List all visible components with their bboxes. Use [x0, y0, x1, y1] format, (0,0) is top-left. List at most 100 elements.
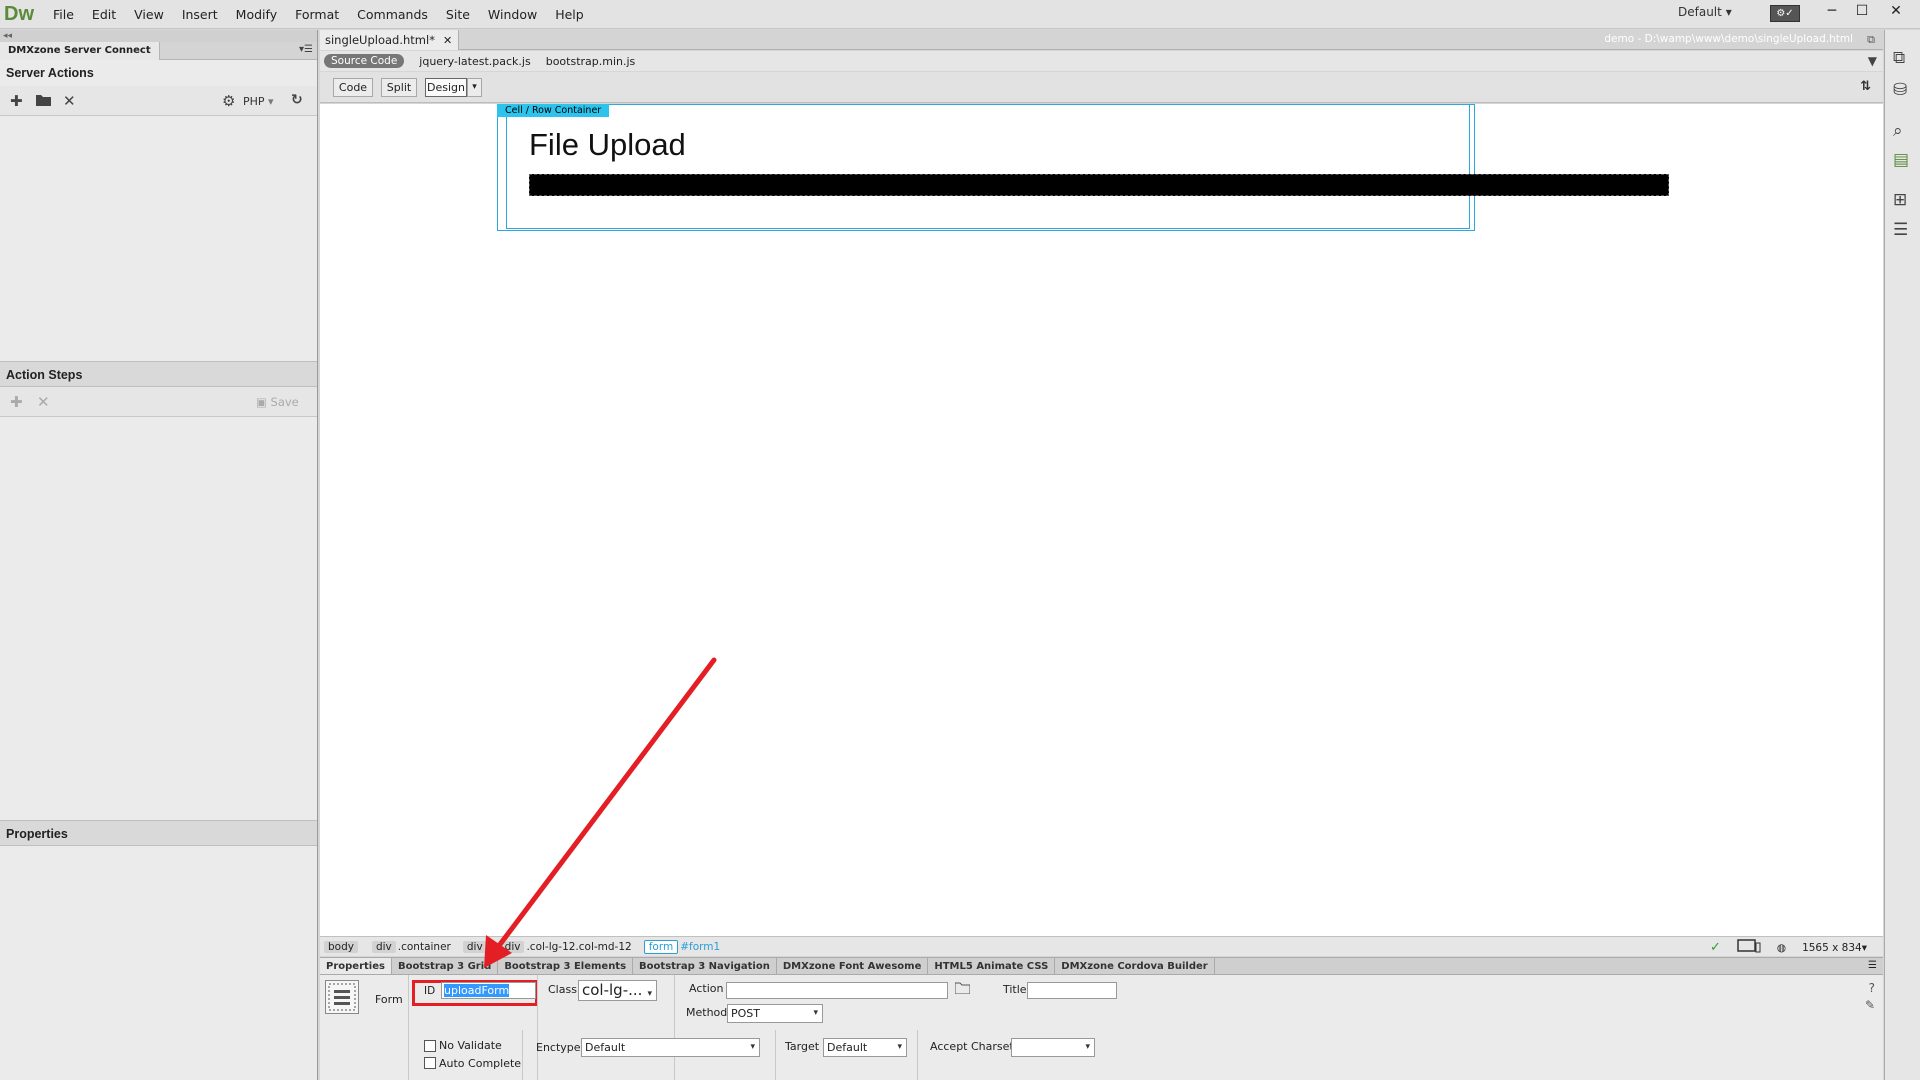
method-select[interactable]: POST ▾ — [727, 1004, 823, 1023]
document-path: demo - D:\wamp\www\demo\singleUpload.htm… — [1604, 33, 1853, 45]
menu-edit[interactable]: Edit — [83, 7, 125, 22]
class-select[interactable]: col-lg-... ▾ — [578, 980, 657, 1001]
close-window-button[interactable]: ✕ — [1880, 0, 1912, 22]
globe-icon[interactable]: ◍ — [1777, 942, 1786, 954]
tag-body[interactable]: body — [324, 940, 358, 953]
page-heading[interactable]: File Upload — [529, 127, 686, 163]
related-file-bootstrap[interactable]: bootstrap.min.js — [546, 55, 636, 68]
browse-folder-icon[interactable] — [954, 981, 971, 998]
gear-icon[interactable]: ⚙ — [222, 92, 235, 110]
view-options-dropdown[interactable]: ▾ — [467, 78, 482, 97]
menu-view[interactable]: View — [125, 7, 173, 22]
database-icon[interactable]: ⛁ — [1893, 80, 1907, 100]
container-label[interactable]: Cell / Row Container — [497, 104, 610, 117]
document-tabs: singleUpload.html* ✕ demo - D:\wamp\www\d… — [320, 30, 1883, 50]
tag-div[interactable]: div — [462, 940, 487, 953]
class-select-value: col-lg-... — [582, 981, 643, 999]
title-input[interactable] — [1027, 982, 1117, 999]
delete-icon[interactable]: ✕ — [63, 92, 76, 110]
menu-help[interactable]: Help — [546, 7, 593, 22]
sync-settings-icon[interactable]: ⚙✓ — [1770, 5, 1800, 22]
tag-form[interactable]: form — [643, 939, 679, 954]
tab-bootstrap-navigation[interactable]: Bootstrap 3 Navigation — [633, 958, 777, 974]
element-type-label: Form — [375, 993, 403, 1006]
workspace-switcher[interactable]: Default ▾ — [1678, 5, 1732, 19]
panel-menu-icon[interactable]: ▾☰ — [299, 44, 313, 55]
design-canvas[interactable]: Cell / Row Container File Upload — [320, 104, 1883, 936]
server-connect-panel: ◂◂ DMXzone Server Connect ▾☰ Server Acti… — [0, 30, 318, 1080]
folder-icon[interactable] — [36, 92, 51, 110]
filter-icon[interactable]: ▼ — [1868, 54, 1877, 68]
code-valid-icon[interactable]: ✓ — [1710, 940, 1721, 955]
accept-charset-select[interactable]: ▾ — [1011, 1038, 1095, 1057]
code-inspect-icon[interactable]: ⌕ — [1893, 121, 1903, 141]
target-select[interactable]: Default ▾ — [823, 1038, 907, 1057]
menu-insert[interactable]: Insert — [173, 7, 227, 22]
panel-collapse-grip[interactable]: ◂◂ — [0, 30, 317, 42]
menu-modify[interactable]: Modify — [227, 7, 286, 22]
close-tab-icon[interactable]: ✕ — [443, 34, 452, 47]
target-select-value: Default — [827, 1041, 868, 1054]
refresh-icon[interactable]: ↻ — [291, 92, 303, 108]
menu-window[interactable]: Window — [479, 7, 546, 22]
tab-single-upload[interactable]: singleUpload.html* ✕ — [320, 30, 460, 50]
separator — [775, 1030, 776, 1080]
chevron-down-icon: ▾ — [897, 1042, 902, 1052]
properties-menu-icon[interactable]: ☰ — [1868, 960, 1877, 971]
no-validate-checkbox[interactable] — [424, 1040, 436, 1052]
edit-rule-icon[interactable]: ✎ — [1865, 998, 1875, 1012]
chevron-down-icon: ▾ — [1085, 1042, 1090, 1052]
enctype-select[interactable]: Default ▾ — [581, 1038, 760, 1057]
tab-bootstrap-grid[interactable]: Bootstrap 3 Grid — [392, 958, 499, 974]
server-actions-tree[interactable] — [0, 116, 317, 361]
target-label: Target — [785, 1040, 820, 1053]
save-label: Save — [270, 395, 299, 409]
action-steps-list[interactable] — [0, 417, 317, 820]
site-map-icon[interactable]: ⊞ — [1893, 190, 1907, 210]
split-view-button[interactable]: Split — [381, 78, 417, 97]
add-icon[interactable]: ✚ — [10, 92, 23, 110]
device-preview-icon[interactable] — [1737, 939, 1761, 956]
menu-site[interactable]: Site — [437, 7, 479, 22]
auto-complete-checkbox[interactable] — [424, 1057, 436, 1069]
tab-animate-css[interactable]: HTML5 Animate CSS — [928, 958, 1056, 974]
minimize-button[interactable]: ─ — [1816, 0, 1848, 22]
tag-selector: body div .container div div .col-lg-12.c… — [320, 936, 1883, 956]
related-file-jquery[interactable]: jquery-latest.pack.js — [419, 55, 530, 68]
save-button[interactable]: ▣ Save — [256, 395, 299, 409]
add-step-icon[interactable]: ✚ — [10, 393, 23, 411]
action-input[interactable] — [726, 982, 948, 999]
menu-commands[interactable]: Commands — [348, 7, 437, 22]
server-actions-title: Server Actions — [6, 66, 94, 80]
related-files-bar: Source Code jquery-latest.pack.js bootst… — [320, 51, 1883, 71]
cell-row-container[interactable] — [497, 104, 1475, 231]
properties-tabs: Properties Bootstrap 3 Grid Bootstrap 3 … — [320, 957, 1883, 975]
method-select-value: POST — [731, 1007, 760, 1020]
snippets-icon[interactable]: ☰ — [1893, 220, 1908, 240]
design-view-button[interactable]: Design — [425, 78, 467, 97]
menu-format[interactable]: Format — [286, 7, 348, 22]
remove-step-icon[interactable]: ✕ — [37, 393, 50, 411]
save-icon: ▣ — [256, 395, 267, 409]
tab-cordova-builder[interactable]: DMXzone Cordova Builder — [1055, 958, 1215, 974]
menu-file[interactable]: File — [44, 7, 83, 22]
insert-panel-icon[interactable]: ⧉ — [1893, 48, 1905, 68]
help-icon[interactable]: ? — [1869, 981, 1875, 995]
restore-document-icon[interactable]: ⧉ — [1867, 33, 1875, 47]
tab-font-awesome[interactable]: DMXzone Font Awesome — [777, 958, 929, 974]
code-view-button[interactable]: Code — [333, 78, 373, 97]
assets-icon[interactable]: ▤ — [1893, 150, 1909, 170]
cell-inner-outline — [506, 104, 1470, 229]
tag-div-container[interactable]: div — [371, 940, 396, 953]
source-code-button[interactable]: Source Code — [324, 54, 405, 68]
tag-div-col[interactable]: div — [500, 940, 525, 953]
tab-properties[interactable]: Properties — [320, 958, 392, 974]
panel-tab-server-connect[interactable]: DMXzone Server Connect — [0, 42, 160, 60]
screen-size-select[interactable]: 1565 x 834▾ — [1802, 942, 1867, 954]
tab-bootstrap-elements[interactable]: Bootstrap 3 Elements — [498, 958, 634, 974]
form-element[interactable] — [529, 174, 1669, 196]
language-select[interactable]: PHP ▾ — [243, 95, 274, 108]
id-input[interactable]: uploadForm — [441, 982, 536, 999]
maximize-button[interactable]: ☐ — [1846, 0, 1878, 22]
sort-icon[interactable]: ⇅ — [1860, 79, 1871, 94]
